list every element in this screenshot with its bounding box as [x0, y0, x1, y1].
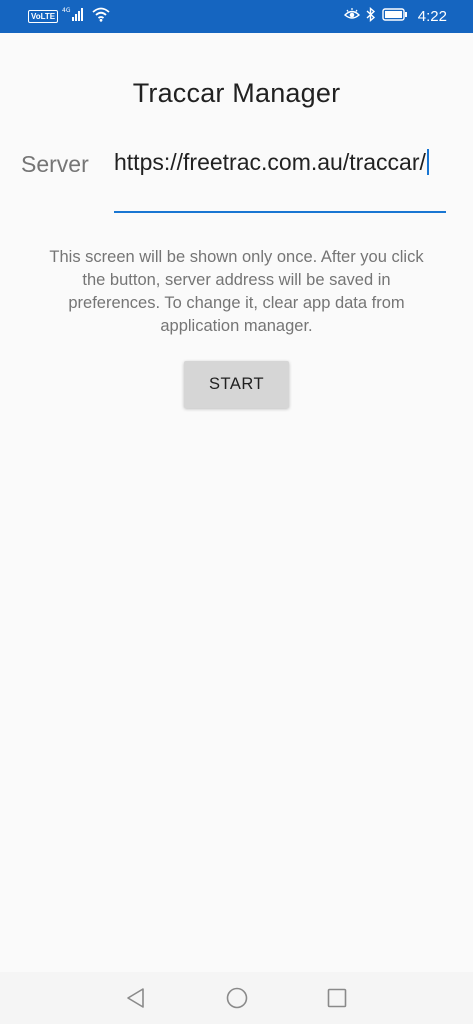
info-text: This screen will be shown only once. Aft… [49, 248, 424, 335]
wifi-icon [92, 7, 110, 27]
battery-icon [382, 7, 408, 26]
server-url-value: https://freetrac.com.au/traccar/ [114, 149, 426, 175]
page-title: Traccar Manager [132, 78, 341, 108]
recents-icon[interactable] [325, 986, 349, 1010]
back-icon[interactable] [124, 986, 148, 1010]
screen: VoLTE 4G 4:22 Traccar Manager Server htt… [0, 0, 473, 1024]
navigation-bar [0, 972, 473, 1024]
status-right: 4:22 [343, 6, 447, 27]
network-type-label: 4G [62, 7, 71, 14]
server-url-input[interactable]: https://freetrac.com.au/traccar/ [114, 148, 446, 213]
home-icon[interactable] [225, 986, 249, 1010]
status-bar: VoLTE 4G 4:22 [0, 0, 473, 33]
clock: 4:22 [417, 8, 447, 25]
volte-icon: VoLTE [28, 10, 59, 23]
signal-icon: 4G [62, 6, 88, 27]
bluetooth-icon [366, 6, 376, 27]
text-cursor [426, 149, 429, 175]
start-button[interactable]: START [184, 361, 289, 408]
status-left: VoLTE 4G [28, 6, 110, 27]
eye-comfort-icon [343, 7, 360, 26]
server-label: Server [21, 151, 89, 177]
